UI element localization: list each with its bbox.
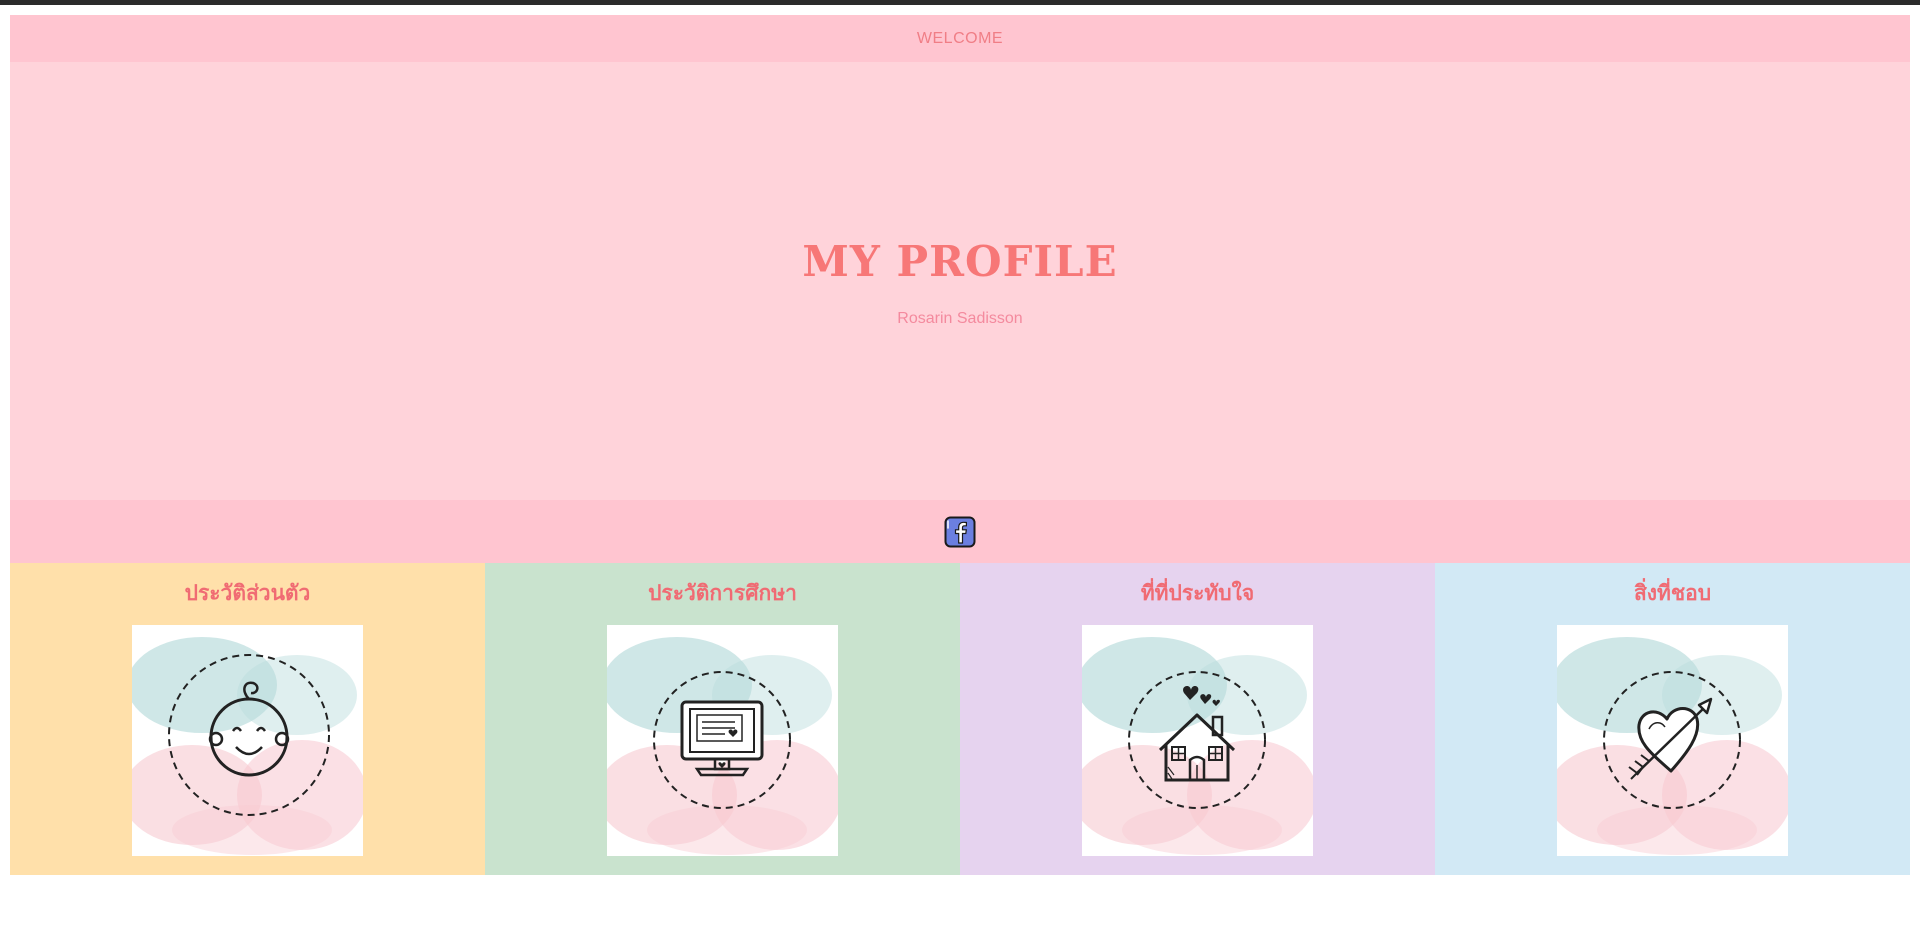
category-cards: ประวัติส่วนตัว ประวัติการศึกษา ที่ที่ประ… bbox=[10, 563, 1910, 875]
facebook-icon bbox=[944, 516, 976, 547]
baby-face-icon bbox=[132, 637, 363, 855]
card-education-history[interactable]: ประวัติการศึกษา bbox=[485, 563, 960, 875]
welcome-bar: WELCOME bbox=[10, 15, 1910, 62]
page-title: MY PROFILE bbox=[802, 237, 1118, 286]
computer-monitor-icon bbox=[607, 637, 838, 855]
heart-arrow-icon bbox=[1557, 637, 1788, 855]
social-bar bbox=[10, 500, 1910, 563]
browser-top-bar bbox=[0, 0, 1920, 5]
card-image bbox=[132, 625, 363, 856]
card-image bbox=[1082, 625, 1313, 856]
welcome-text: WELCOME bbox=[916, 29, 1004, 47]
facebook-link[interactable] bbox=[944, 516, 976, 548]
page: WELCOME MY PROFILE Rosarin Sadisson ประว… bbox=[10, 15, 1910, 875]
card-memorable-places[interactable]: ที่ที่ประทับใจ bbox=[960, 563, 1435, 875]
card-image bbox=[607, 625, 838, 856]
card-title: สิ่งที่ชอบ bbox=[1633, 580, 1712, 605]
card-title: ประวัติส่วนตัว bbox=[184, 580, 311, 605]
hero-section: MY PROFILE Rosarin Sadisson bbox=[10, 62, 1910, 500]
card-title: ประวัติการศึกษา bbox=[648, 580, 797, 605]
profile-name: Rosarin Sadisson bbox=[897, 310, 1023, 327]
card-title: ที่ที่ประทับใจ bbox=[1140, 580, 1255, 605]
card-personal-history[interactable]: ประวัติส่วนตัว bbox=[10, 563, 485, 875]
card-image bbox=[1557, 625, 1788, 856]
card-favorite-things[interactable]: สิ่งที่ชอบ bbox=[1435, 563, 1910, 875]
house-icon bbox=[1082, 637, 1313, 855]
